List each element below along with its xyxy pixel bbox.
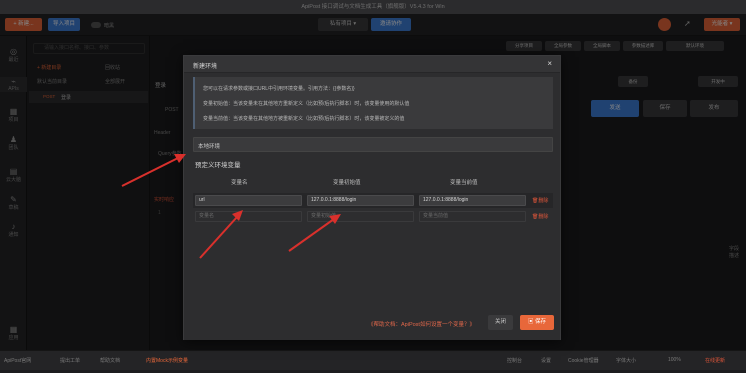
arrow-to-env-name — [121, 154, 186, 187]
arrow-to-var-name — [199, 210, 243, 259]
arrow-to-initial-value — [288, 214, 341, 252]
annotation-arrows — [121, 154, 341, 259]
